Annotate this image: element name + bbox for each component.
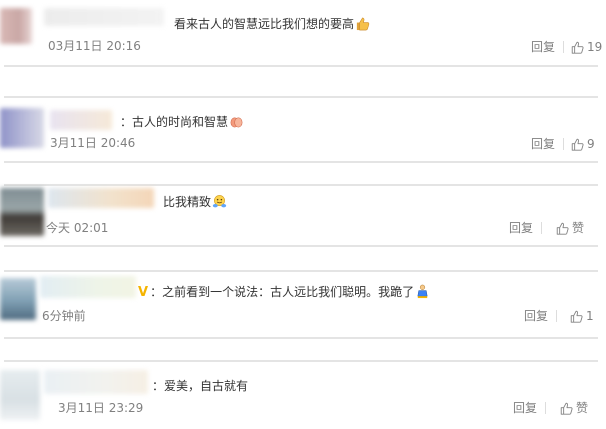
comment-divider bbox=[4, 337, 598, 339]
username[interactable] bbox=[40, 276, 136, 298]
avatar[interactable] bbox=[0, 278, 36, 320]
action-divider bbox=[556, 310, 557, 322]
comment-time: 3月11日 23:29 bbox=[58, 401, 144, 415]
comment-text: ：爱美，自古就有 bbox=[152, 379, 249, 393]
thumbs-up-icon bbox=[556, 222, 569, 235]
comment-time: 3月11日 20:46 bbox=[50, 136, 136, 150]
comment-time: 今天 02:01 bbox=[46, 221, 109, 235]
comment-divider bbox=[4, 245, 598, 247]
avatar[interactable] bbox=[0, 8, 32, 44]
kneeling-person-emoji bbox=[417, 284, 428, 299]
like-count: 1 bbox=[586, 309, 594, 323]
comment-divider bbox=[4, 161, 598, 163]
action-divider bbox=[545, 402, 546, 414]
comment-text: 比我精致 bbox=[163, 194, 227, 210]
comment-text: ：古人的时尚和智慧 bbox=[120, 114, 244, 130]
comment-divider bbox=[4, 96, 598, 98]
hugging-face-emoji bbox=[212, 195, 227, 208]
reply-button[interactable]: 回复 bbox=[531, 136, 555, 152]
comment-time: 6分钟前 bbox=[42, 309, 86, 323]
verified-badge: V bbox=[138, 285, 149, 300]
comment-item: 看来古人的智慧远比我们想的要高 03月11日 20:16 回复 19 bbox=[0, 0, 606, 64]
comment-item: ：爱美，自古就有 3月11日 23:29 回复 赞 bbox=[0, 360, 606, 429]
avatar[interactable] bbox=[0, 108, 44, 148]
reply-button[interactable]: 回复 bbox=[513, 400, 537, 416]
comment-time: 03月11日 20:16 bbox=[48, 39, 141, 53]
comment-divider bbox=[4, 184, 598, 186]
action-divider bbox=[563, 41, 564, 53]
comment-divider bbox=[4, 65, 598, 67]
comment-divider bbox=[4, 360, 598, 362]
thumbs-up-icon bbox=[571, 41, 584, 54]
avatar[interactable] bbox=[0, 188, 44, 236]
like-button[interactable]: 赞 bbox=[560, 400, 588, 416]
like-count: 9 bbox=[587, 137, 595, 151]
avatar[interactable] bbox=[0, 370, 40, 420]
thumbs-up-icon bbox=[571, 138, 584, 151]
reply-button[interactable]: 回复 bbox=[531, 39, 555, 55]
comment-text: V ：之前看到一个说法：古人远比我们聪明。我跪了 bbox=[138, 284, 430, 301]
like-button[interactable]: 9 bbox=[571, 136, 595, 152]
comment-divider bbox=[4, 270, 598, 272]
like-count: 赞 bbox=[572, 221, 585, 235]
like-button[interactable]: 19 bbox=[571, 39, 602, 55]
comment-text: 看来古人的智慧远比我们想的要高 bbox=[174, 16, 370, 32]
username[interactable] bbox=[44, 370, 148, 394]
thumbs-up-icon bbox=[560, 402, 573, 415]
thumbs-up-icon bbox=[570, 310, 583, 323]
username[interactable] bbox=[48, 188, 154, 208]
action-divider bbox=[563, 138, 564, 150]
like-button[interactable]: 1 bbox=[570, 308, 594, 324]
like-button[interactable]: 赞 bbox=[556, 220, 584, 236]
reply-button[interactable]: 回复 bbox=[524, 308, 548, 324]
like-count: 19 bbox=[587, 40, 603, 54]
username[interactable] bbox=[50, 110, 112, 130]
username[interactable] bbox=[44, 8, 164, 26]
action-divider bbox=[541, 222, 542, 234]
comment-item: V ：之前看到一个说法：古人远比我们聪明。我跪了 6分钟前 回复 1 bbox=[0, 270, 606, 334]
clapping-hands-emoji bbox=[230, 117, 243, 128]
comment-item: ：古人的时尚和智慧 3月11日 20:46 回复 9 bbox=[0, 96, 606, 160]
like-count: 赞 bbox=[576, 401, 589, 415]
reply-button[interactable]: 回复 bbox=[509, 220, 533, 236]
comment-item: 比我精致 今天 02:01 回复 赞 bbox=[0, 184, 606, 244]
thumbs-up-emoji bbox=[356, 17, 370, 31]
